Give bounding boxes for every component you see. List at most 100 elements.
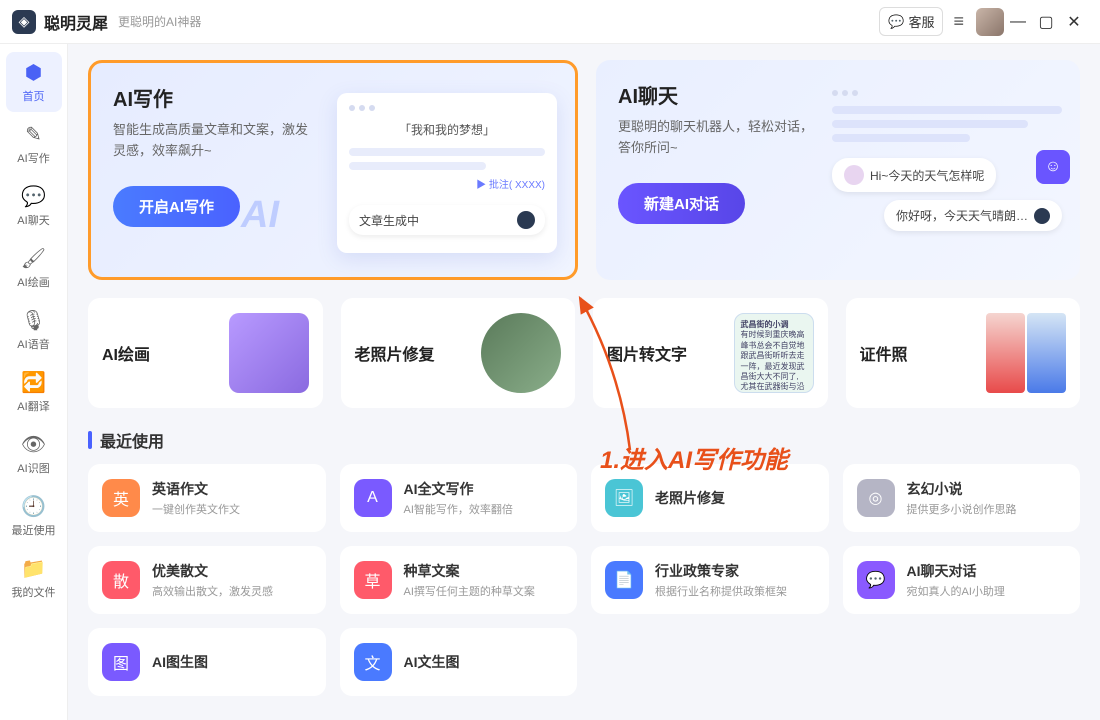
- feature-tile-3[interactable]: 证件照: [846, 298, 1081, 408]
- recent-icon: 英: [102, 479, 140, 517]
- sidebar-icon: 🕘: [21, 494, 46, 519]
- feature-tile-2[interactable]: 图片转文字 武昌街的小调有时候到重庆晚高峰书总会不自觉地跟武昌街听听去走一阵，最…: [593, 298, 828, 408]
- recent-card-0[interactable]: 英 英语作文 一键创作英文作文: [88, 464, 326, 532]
- close-button[interactable]: ✕: [1060, 12, 1088, 32]
- sidebar: ⬢ 首页✎ AI写作💬 AI聊天🖌 AI绘画🎙 AI语音🔁 AI翻译👁 AI识图…: [0, 44, 68, 720]
- maximize-button[interactable]: ▢: [1032, 12, 1060, 32]
- tile-thumbnail: [229, 313, 309, 393]
- feature-tile-1[interactable]: 老照片修复: [341, 298, 576, 408]
- writing-preview-mock: 「我和我的梦想」 ▶ 批注( XXXX) 文章生成中: [337, 93, 557, 253]
- app-tagline: 更聪明的AI神器: [118, 13, 201, 30]
- hamburger-menu-icon[interactable]: ≡: [953, 11, 964, 32]
- recent-text: 行业政策专家 根据行业名称提供政策框架: [655, 561, 787, 599]
- recent-text: AI文生图: [404, 652, 460, 672]
- sidebar-label: AI写作: [17, 150, 49, 166]
- new-ai-chat-button[interactable]: 新建AI对话: [618, 183, 745, 224]
- hero-write-desc: 智能生成高质量文章和文案，激发灵感，效率飙升~: [113, 120, 313, 162]
- sidebar-item-1[interactable]: ✎ AI写作: [6, 114, 62, 174]
- sidebar-icon: 🖌: [21, 246, 46, 271]
- sidebar-icon: 👁: [21, 432, 46, 457]
- tile-title: 图片转文字: [607, 341, 687, 365]
- recent-text: 优美散文 高效输出散文，激发灵感: [152, 561, 273, 599]
- sidebar-icon: 🔁: [21, 370, 46, 395]
- sidebar-label: AI聊天: [17, 212, 49, 228]
- recent-card-3[interactable]: ◎ 玄幻小说 提供更多小说创作思路: [843, 464, 1081, 532]
- recent-card-2[interactable]: 🖼 老照片修复: [591, 464, 829, 532]
- sidebar-label: 首页: [23, 88, 45, 104]
- sidebar-item-0[interactable]: ⬢ 首页: [6, 52, 62, 112]
- kefu-label: 客服: [908, 12, 934, 31]
- chat-bubble-user: Hi~今天的天气怎样呢: [832, 158, 996, 192]
- recent-icon: 💬: [857, 561, 895, 599]
- tile-title: 证件照: [860, 341, 908, 365]
- sidebar-label: AI翻译: [17, 398, 49, 414]
- sidebar-item-7[interactable]: 🕘 最近使用: [6, 486, 62, 546]
- recent-icon: 图: [102, 643, 140, 681]
- sidebar-item-6[interactable]: 👁 AI识图: [6, 424, 62, 484]
- recent-icon: 文: [354, 643, 392, 681]
- feature-tile-0[interactable]: AI绘画: [88, 298, 323, 408]
- recent-text: 老照片修复: [655, 488, 725, 508]
- main-content: AI写作 智能生成高质量文章和文案，激发灵感，效率飙升~ 开启AI写作 AI 「…: [68, 44, 1100, 720]
- titlebar: ◈ 聪明灵犀 更聪明的AI神器 💬 客服 ≡ — ▢ ✕: [0, 0, 1100, 44]
- recent-card-6[interactable]: 📄 行业政策专家 根据行业名称提供政策框架: [591, 546, 829, 614]
- sidebar-item-3[interactable]: 🖌 AI绘画: [6, 238, 62, 298]
- recent-icon: ◎: [857, 479, 895, 517]
- mock-annotation-label: ▶ 批注( XXXX): [349, 176, 545, 191]
- sidebar-item-4[interactable]: 🎙 AI语音: [6, 300, 62, 360]
- tile-title: AI绘画: [102, 341, 150, 365]
- recent-card-9[interactable]: 文 AI文生图: [340, 628, 578, 696]
- chat-icon: 💬: [888, 14, 904, 30]
- sidebar-label: 我的文件: [12, 584, 56, 600]
- tile-thumbnail: [481, 313, 561, 393]
- app-logo-icon: ◈: [12, 10, 36, 34]
- recent-text: 英语作文 一键创作英文作文: [152, 479, 240, 517]
- start-ai-writing-button[interactable]: 开启AI写作: [113, 186, 240, 227]
- recent-card-1[interactable]: A AI全文写作 AI智能写作，效率翻倍: [340, 464, 578, 532]
- sidebar-icon: ⬢: [25, 60, 42, 85]
- mock-doc-title: 「我和我的梦想」: [349, 121, 545, 138]
- sidebar-icon: 🎙: [21, 308, 46, 333]
- sidebar-item-2[interactable]: 💬 AI聊天: [6, 176, 62, 236]
- chat-preview-mock: ☺ Hi~今天的天气怎样呢 你好呀，今天天气晴朗…: [832, 90, 1062, 231]
- recent-card-7[interactable]: 💬 AI聊天对话 宛如真人的AI小助理: [843, 546, 1081, 614]
- user-avatar[interactable]: [976, 8, 1004, 36]
- hero-ai-chat[interactable]: AI聊天 更聪明的聊天机器人，轻松对话，答你所问~ 新建AI对话 ☺ Hi~今天…: [596, 60, 1080, 280]
- sidebar-label: AI绘画: [17, 274, 49, 290]
- app-title: 聪明灵犀: [44, 10, 108, 34]
- recent-icon: 草: [354, 561, 392, 599]
- hero-chat-desc: 更聪明的聊天机器人，轻松对话，答你所问~: [618, 117, 818, 159]
- hero-ai-writing[interactable]: AI写作 智能生成高质量文章和文案，激发灵感，效率飙升~ 开启AI写作 AI 「…: [88, 60, 578, 280]
- recent-card-5[interactable]: 草 种草文案 AI撰写任何主题的种草文案: [340, 546, 578, 614]
- tile-title: 老照片修复: [355, 341, 435, 365]
- recent-card-4[interactable]: 散 优美散文 高效输出散文，激发灵感: [88, 546, 326, 614]
- minimize-button[interactable]: —: [1004, 13, 1032, 31]
- sidebar-label: 最近使用: [12, 522, 56, 538]
- customer-service-button[interactable]: 💬 客服: [879, 7, 943, 36]
- recent-card-8[interactable]: 图 AI图生图: [88, 628, 326, 696]
- brand-icon: [517, 211, 535, 229]
- recent-text: AI图生图: [152, 652, 208, 672]
- sidebar-item-8[interactable]: 📁 我的文件: [6, 548, 62, 608]
- sidebar-label: AI语音: [17, 336, 49, 352]
- chat-float-icon: ☺: [1036, 150, 1070, 184]
- tile-thumbnail: 武昌街的小调有时候到重庆晚高峰书总会不自觉地跟武昌街听听去走一阵，最近发现武昌街…: [734, 313, 814, 393]
- chat-bubble-ai: 你好呀，今天天气晴朗…: [884, 200, 1062, 231]
- recent-section-title: 最近使用: [88, 428, 1080, 452]
- generating-badge: 文章生成中: [349, 205, 545, 235]
- recent-icon: 🖼: [605, 479, 643, 517]
- recent-icon: 📄: [605, 561, 643, 599]
- sidebar-icon: ✎: [25, 122, 42, 147]
- brand-icon: [1034, 208, 1050, 224]
- recent-icon: 散: [102, 561, 140, 599]
- recent-text: 种草文案 AI撰写任何主题的种草文案: [404, 561, 535, 599]
- sidebar-item-5[interactable]: 🔁 AI翻译: [6, 362, 62, 422]
- sidebar-label: AI识图: [17, 460, 49, 476]
- recent-text: 玄幻小说 提供更多小说创作思路: [907, 479, 1017, 517]
- sidebar-icon: 💬: [21, 184, 46, 209]
- avatar-icon: [844, 165, 864, 185]
- recent-icon: A: [354, 479, 392, 517]
- sidebar-icon: 📁: [21, 556, 46, 581]
- tile-thumbnail: [986, 313, 1066, 393]
- recent-text: AI聊天对话 宛如真人的AI小助理: [907, 561, 1005, 599]
